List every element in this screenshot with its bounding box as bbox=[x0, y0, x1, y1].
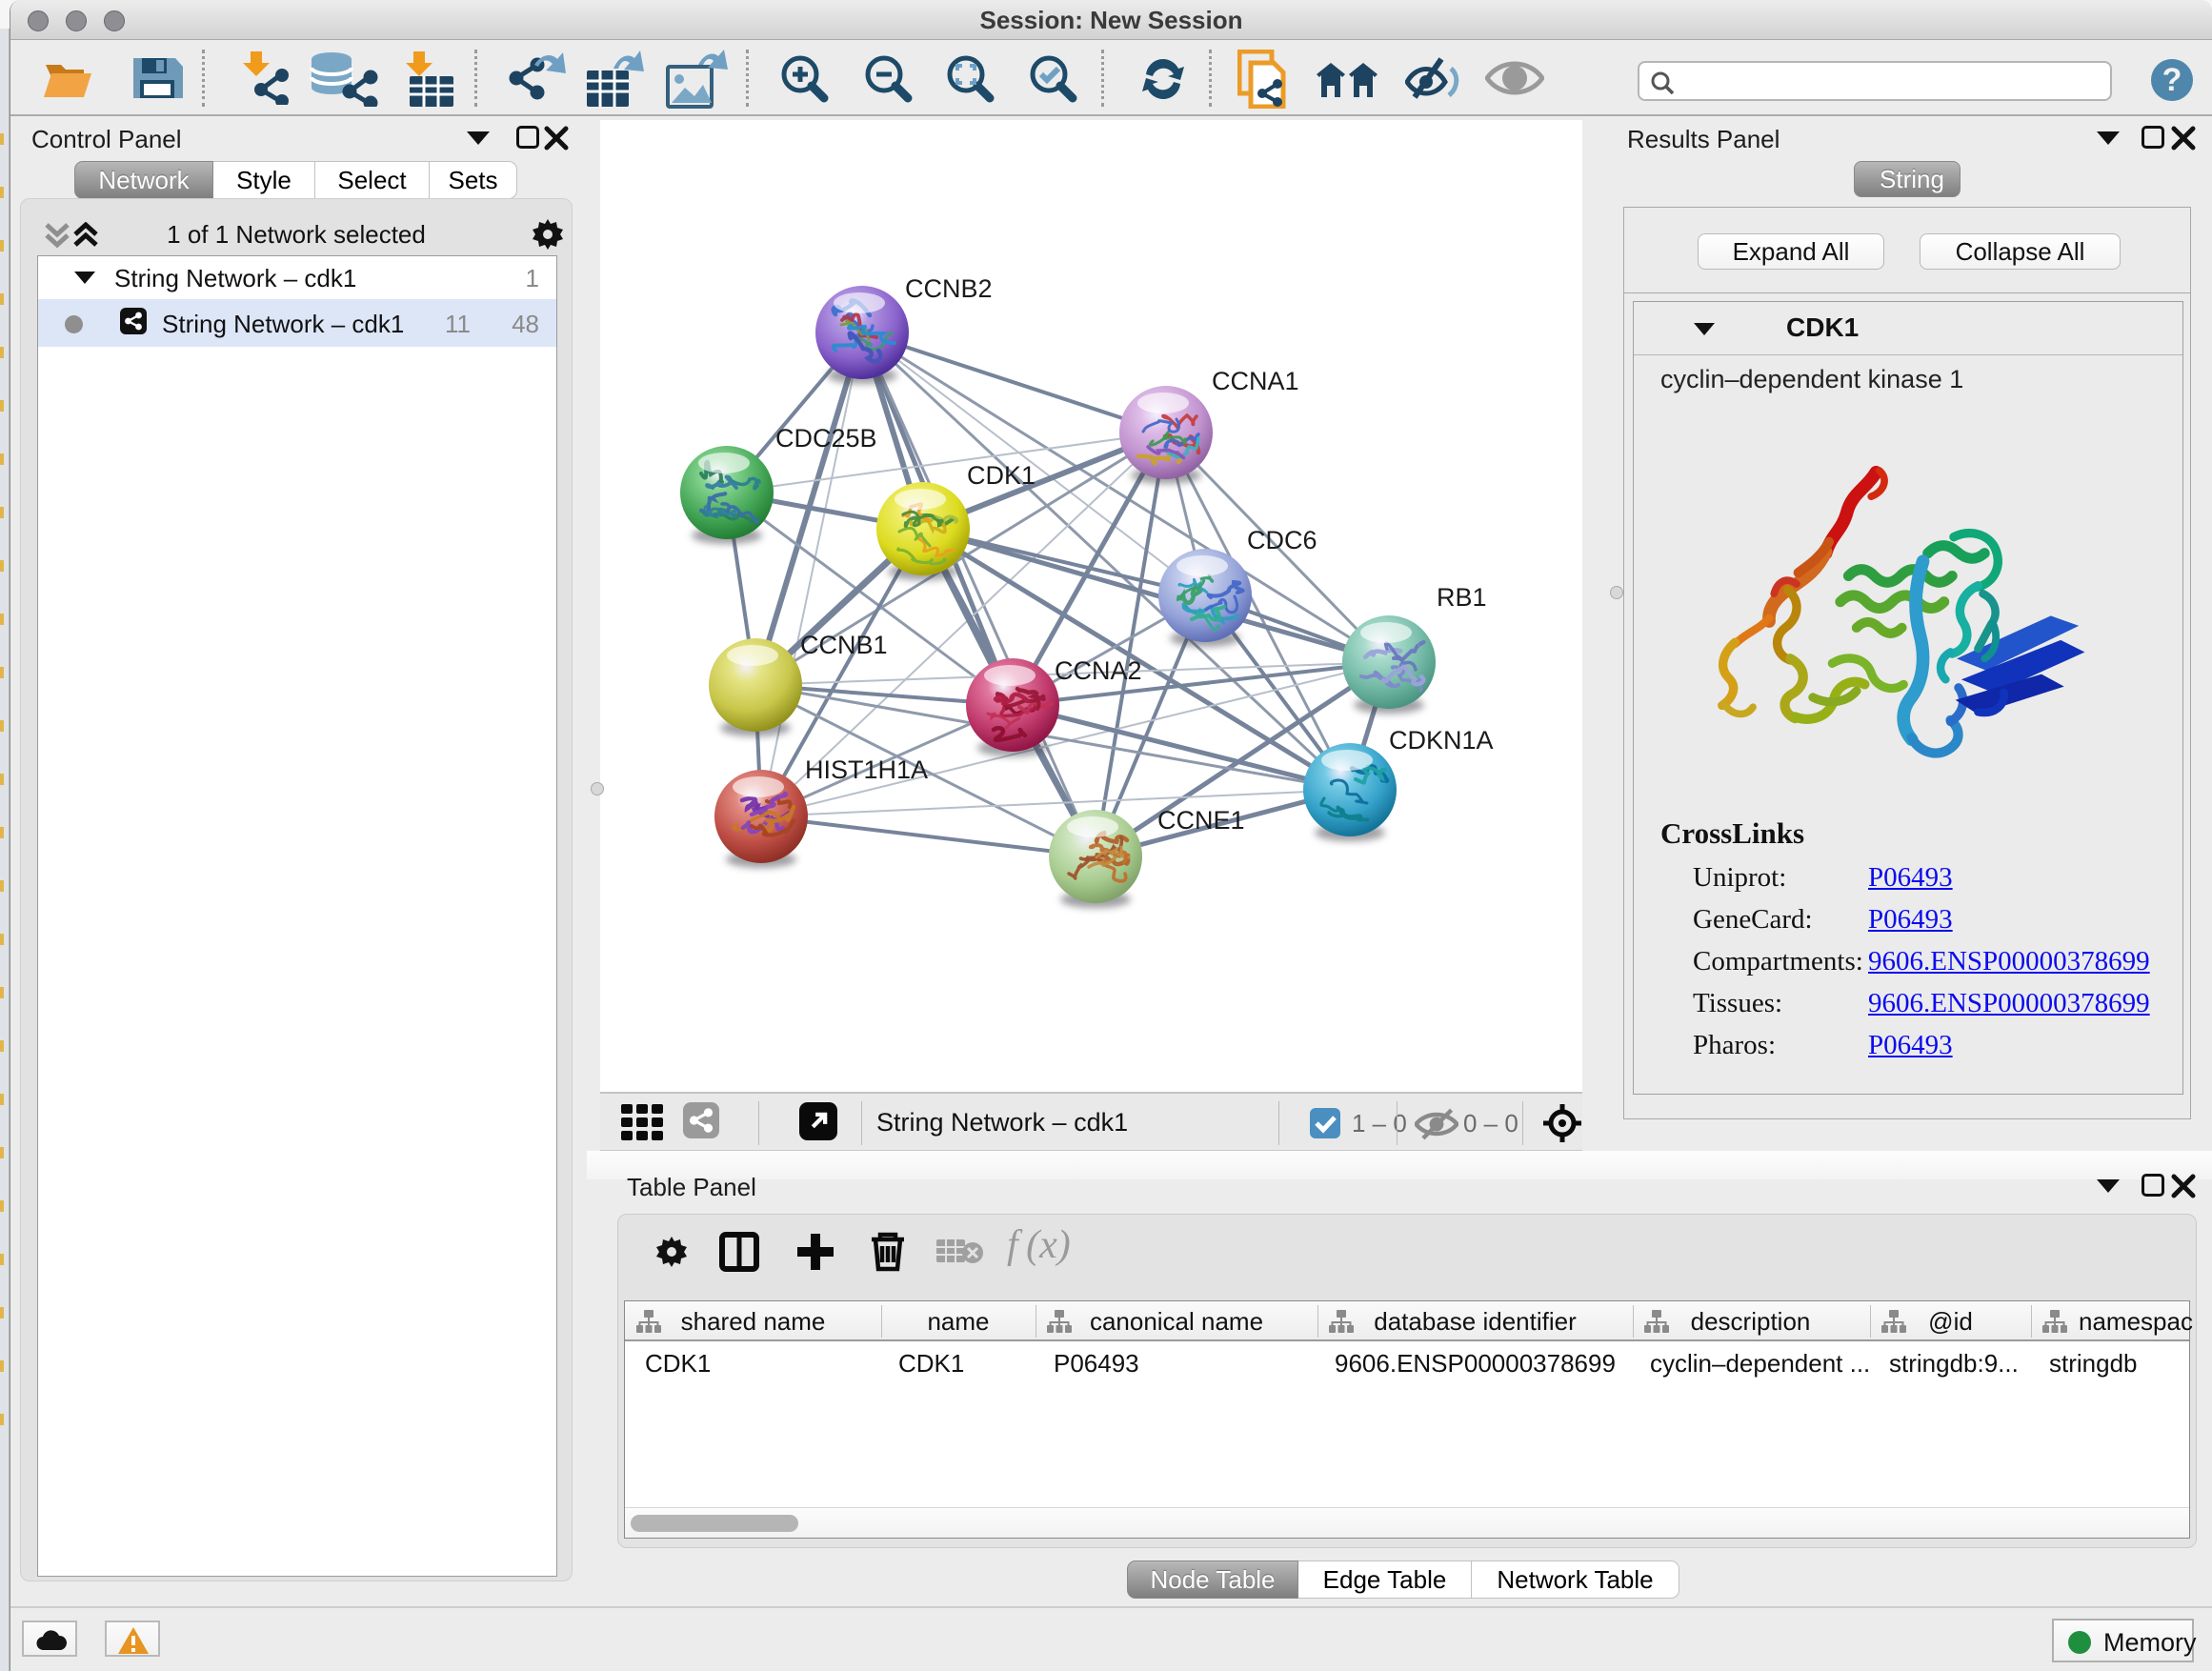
svg-text:CCNE1: CCNE1 bbox=[1157, 806, 1245, 835]
svg-text:CCNB1: CCNB1 bbox=[800, 631, 888, 659]
svg-text:CDC6: CDC6 bbox=[1247, 526, 1317, 554]
svg-text:CDKN1A: CDKN1A bbox=[1389, 726, 1494, 755]
svg-text:?: ? bbox=[2162, 62, 2182, 98]
svg-text:CCNB2: CCNB2 bbox=[905, 274, 993, 303]
svg-text:RB1: RB1 bbox=[1437, 583, 1487, 612]
svg-text:CDC25B: CDC25B bbox=[775, 424, 877, 453]
svg-text:HIST1H1A: HIST1H1A bbox=[805, 755, 928, 784]
svg-text:CDK1: CDK1 bbox=[967, 461, 1036, 490]
svg-text:CCNA2: CCNA2 bbox=[1055, 656, 1142, 685]
svg-text:CCNA1: CCNA1 bbox=[1212, 367, 1299, 395]
